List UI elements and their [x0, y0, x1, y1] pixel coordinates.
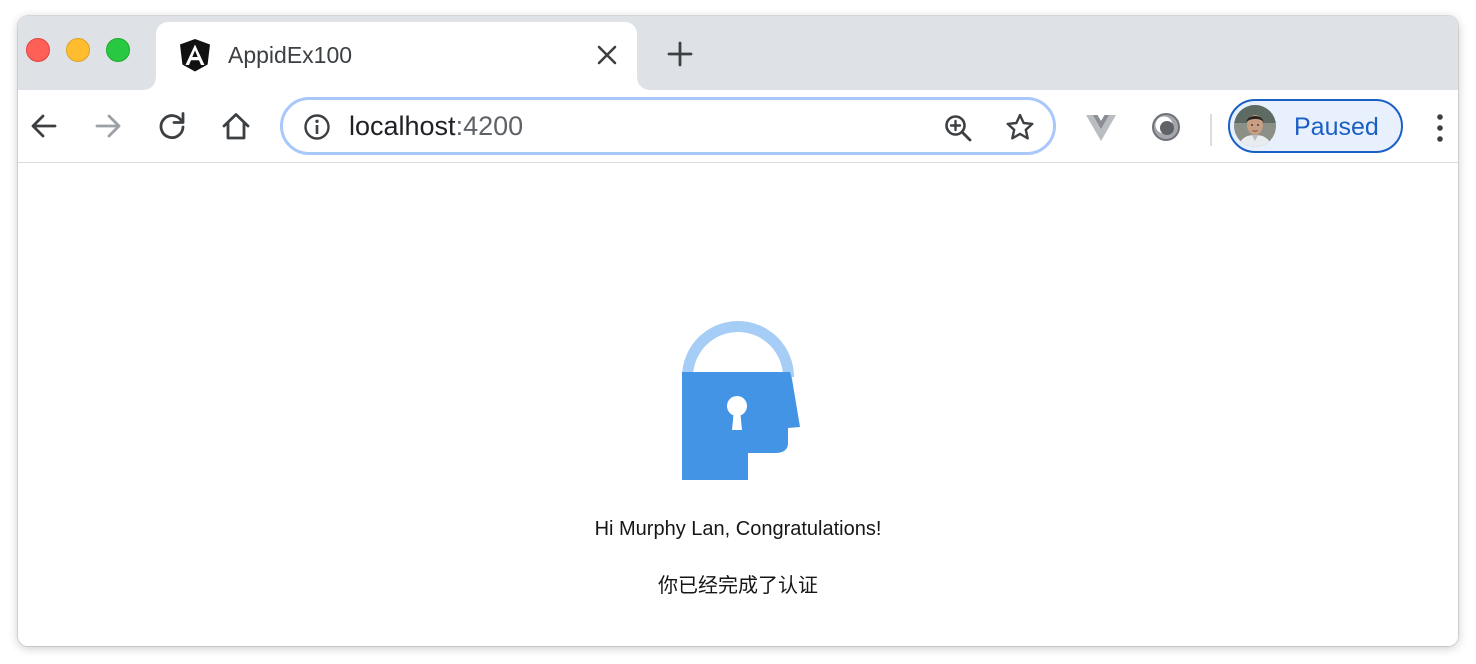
back-icon[interactable] [28, 110, 60, 142]
page-content: Hi Murphy Lan, Congratulations! 你已经完成了认证 [18, 163, 1458, 646]
forward-icon[interactable] [92, 110, 124, 142]
close-tab-icon[interactable] [595, 43, 619, 67]
angular-icon [180, 39, 210, 72]
profile-button[interactable]: Paused [1228, 99, 1403, 153]
profile-status: Paused [1294, 113, 1379, 141]
greeting-text: Hi Murphy Lan, Congratulations! [594, 518, 882, 540]
star-icon[interactable] [1005, 112, 1035, 142]
minimize-window-button[interactable] [66, 38, 90, 62]
url-port: :4200 [455, 111, 524, 141]
tab-appidex100[interactable]: AppidEx100 [144, 22, 649, 90]
extension-icon[interactable] [1149, 110, 1183, 144]
lock-head-icon [682, 321, 800, 480]
zoom-icon[interactable] [943, 113, 973, 143]
reload-icon[interactable] [156, 110, 188, 142]
browser-toolbar: localhost:4200 Paused [18, 90, 1458, 163]
new-tab-icon[interactable] [666, 40, 694, 68]
address-bar[interactable]: localhost:4200 [280, 97, 1056, 155]
vue-devtools-icon[interactable] [1084, 110, 1118, 144]
home-icon[interactable] [220, 110, 252, 142]
tab-title: AppidEx100 [228, 42, 353, 68]
info-icon[interactable] [303, 113, 331, 141]
url-text: localhost:4200 [349, 111, 523, 142]
tab-strip: AppidEx100 [18, 16, 1458, 90]
auth-message: 你已经完成了认证 [658, 573, 818, 597]
zoom-window-button[interactable] [106, 38, 130, 62]
close-window-button[interactable] [26, 38, 50, 62]
menu-icon[interactable] [1430, 112, 1450, 144]
avatar [1234, 105, 1276, 147]
browser-window: AppidEx100 localhost:4200 Paused Hi Murp… [18, 16, 1458, 646]
url-host: localhost [349, 111, 456, 141]
toolbar-divider [1210, 114, 1212, 146]
